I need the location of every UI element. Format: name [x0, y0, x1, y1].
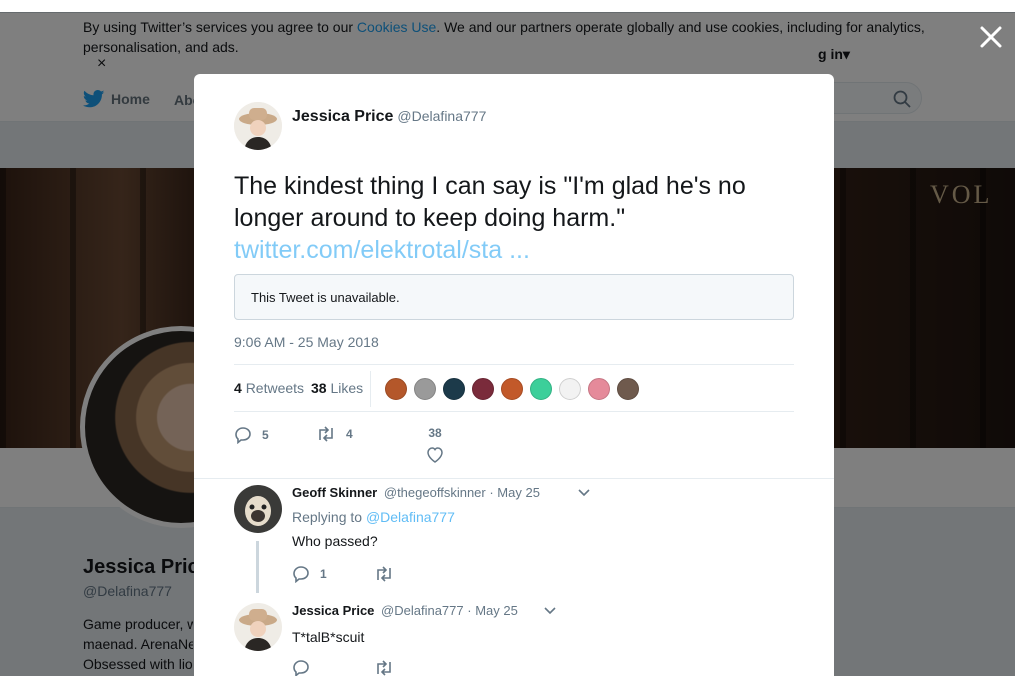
likes-stat[interactable]: 38 Likes — [311, 380, 363, 396]
like-button[interactable]: 38 — [420, 426, 450, 467]
reply-author-name[interactable]: Geoff Skinner — [292, 485, 377, 500]
reply-count: 1 — [320, 567, 327, 581]
retweet-button[interactable] — [374, 565, 456, 583]
avatar[interactable] — [234, 102, 282, 150]
likes-label: Likes — [330, 380, 364, 396]
liker-avatar[interactable] — [529, 377, 553, 401]
tweet-actions: 5 4 38 — [234, 426, 794, 466]
likes-count: 38 — [311, 380, 327, 396]
reply-header: Jessica Price @Delafina777 · May 25 — [292, 603, 518, 618]
replying-to: Replying to @Delafina777 — [292, 509, 455, 525]
retweet-button[interactable] — [374, 659, 456, 676]
liker-avatars — [384, 377, 640, 401]
reply-text: Who passed? — [292, 533, 378, 549]
replies-list: Geoff Skinner @thegeoffskinner · May 25 … — [194, 478, 834, 676]
avatar[interactable] — [234, 485, 282, 533]
retweet-icon — [319, 426, 333, 442]
liker-avatar[interactable] — [616, 377, 640, 401]
retweets-stat[interactable]: 4 Retweets — [234, 380, 304, 396]
thread-connector — [256, 541, 259, 593]
retweet-button[interactable]: 4 — [316, 426, 353, 442]
retweet-count: 4 — [346, 427, 353, 441]
liker-avatar[interactable] — [558, 377, 582, 401]
chevron-down-icon[interactable] — [578, 489, 590, 497]
reply-actions — [292, 659, 456, 676]
tweet-timestamp[interactable]: 9:06 AM - 25 May 2018 — [234, 334, 379, 350]
retweet-icon — [377, 566, 391, 582]
reply-header: Geoff Skinner @thegeoffskinner · May 25 — [292, 485, 540, 500]
reply-text: T*talB*scuit — [292, 629, 365, 645]
author-name[interactable]: Jessica Price @Delafina777 — [292, 108, 486, 126]
reply-date[interactable]: · May 25 — [467, 603, 518, 618]
quoted-tweet-unavailable: This Tweet is unavailable. — [234, 274, 794, 320]
heart-icon — [427, 447, 443, 463]
chevron-down-icon[interactable] — [544, 607, 556, 615]
tweet-modal: Jessica Price @Delafina777 The kindest th… — [194, 74, 834, 676]
replying-to-link[interactable]: @Delafina777 — [366, 509, 455, 525]
reply-icon — [293, 660, 309, 676]
retweets-label: Retweets — [245, 380, 305, 396]
liker-avatar[interactable] — [587, 377, 611, 401]
liker-avatar[interactable] — [442, 377, 466, 401]
like-count: 38 — [428, 426, 442, 440]
liker-avatar[interactable] — [384, 377, 408, 401]
replying-prefix: Replying to — [292, 509, 363, 525]
reply-author-name[interactable]: Jessica Price — [292, 603, 374, 618]
liker-avatar[interactable] — [500, 377, 524, 401]
reply-actions: 1 — [292, 565, 456, 583]
reply-icon — [235, 427, 251, 444]
retweets-count: 4 — [234, 380, 242, 396]
tweet-link[interactable]: twitter.com/elektrotal/sta ... — [234, 234, 794, 266]
reply-button[interactable] — [292, 659, 374, 676]
reply-date[interactable]: · May 25 — [489, 485, 540, 500]
reply-button[interactable]: 5 — [234, 426, 269, 444]
reply-button[interactable]: 1 — [292, 565, 374, 583]
cowboy-hat-avatar-icon — [234, 603, 282, 651]
retweet-icon — [377, 660, 391, 676]
reply-author-handle[interactable]: @thegeoffskinner — [384, 485, 486, 500]
tweet-text: The kindest thing I can say is "I'm glad… — [234, 170, 794, 266]
tweet-body: The kindest thing I can say is "I'm glad… — [234, 172, 746, 232]
pug-avatar-icon — [234, 485, 282, 533]
browser-top-strip — [0, 0, 1015, 12]
avatar[interactable] — [234, 603, 282, 651]
cowboy-hat-avatar-icon — [234, 102, 282, 150]
tweet-author[interactable]: Jessica Price @Delafina777 — [234, 102, 486, 150]
liker-avatar[interactable] — [413, 377, 437, 401]
author-handle: @Delafina777 — [397, 108, 487, 124]
stat-divider — [370, 371, 371, 407]
tweet-stats: 4 Retweets 38 Likes — [234, 364, 794, 412]
author-display-name: Jessica Price — [292, 108, 394, 125]
close-icon[interactable] — [978, 24, 1004, 50]
reply-author-handle[interactable]: @Delafina777 — [381, 603, 464, 618]
liker-avatar[interactable] — [471, 377, 495, 401]
reply-count: 5 — [262, 428, 269, 442]
reply-icon — [293, 566, 309, 583]
